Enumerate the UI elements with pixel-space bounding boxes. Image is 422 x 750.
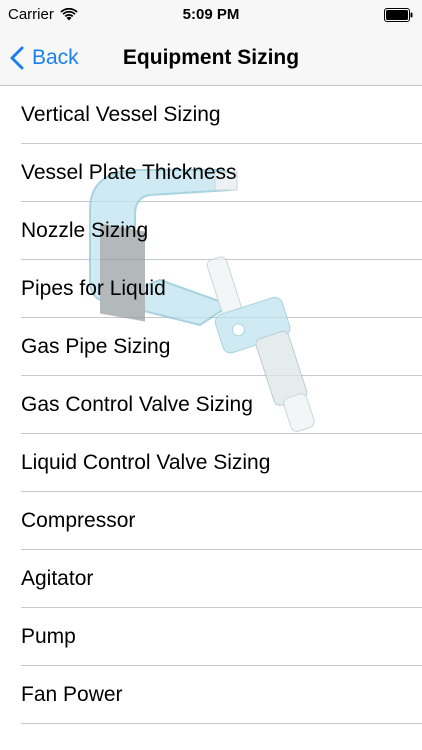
list-item-label: Pump — [21, 625, 76, 648]
list-item-pump[interactable]: Pump — [0, 608, 422, 666]
equipment-list: Vertical Vessel Sizing Vessel Plate Thic… — [0, 86, 422, 724]
battery-icon — [384, 8, 413, 22]
list-item-gas-pipe-sizing[interactable]: Gas Pipe Sizing — [0, 318, 422, 376]
chevron-left-icon — [10, 46, 24, 69]
list-item-vessel-plate-thickness[interactable]: Vessel Plate Thickness — [0, 144, 422, 202]
list-item-liquid-control-valve-sizing[interactable]: Liquid Control Valve Sizing — [0, 434, 422, 492]
list-item-label: Agitator — [21, 567, 94, 590]
back-label: Back — [32, 45, 79, 69]
list-item-label: Compressor — [21, 509, 136, 532]
navigation-bar: Back Equipment Sizing — [0, 30, 422, 86]
back-button[interactable]: Back — [10, 30, 79, 85]
app-screen: Carrier 5:09 PM Back Equipment Sizing Ve… — [0, 0, 422, 750]
status-time: 5:09 PM — [182, 6, 240, 23]
page-title-text: Equipment Sizing — [122, 46, 300, 69]
list-item-agitator[interactable]: Agitator — [0, 550, 422, 608]
list-item-fan-power[interactable]: Fan Power — [0, 666, 422, 724]
list-item-label: Fan Power — [21, 683, 123, 706]
list-item-pipes-for-liquid[interactable]: Pipes for Liquid — [0, 260, 422, 318]
list-item-label: Gas Control Valve Sizing — [21, 393, 253, 416]
list-item-compressor[interactable]: Compressor — [0, 492, 422, 550]
list-item-label: Pipes for Liquid — [21, 277, 166, 300]
list-item-label: Vessel Plate Thickness — [21, 161, 237, 184]
list-item-label: Liquid Control Valve Sizing — [21, 451, 271, 474]
list-item-nozzle-sizing[interactable]: Nozzle Sizing — [0, 202, 422, 260]
list-item-label: Nozzle Sizing — [21, 219, 149, 242]
status-bar: Carrier 5:09 PM — [0, 0, 422, 30]
list-item-vertical-vessel-sizing[interactable]: Vertical Vessel Sizing — [0, 86, 422, 144]
list-item-label: Gas Pipe Sizing — [21, 335, 171, 358]
list-item-gas-control-valve-sizing[interactable]: Gas Control Valve Sizing — [0, 376, 422, 434]
list-item-label: Vertical Vessel Sizing — [21, 103, 221, 126]
